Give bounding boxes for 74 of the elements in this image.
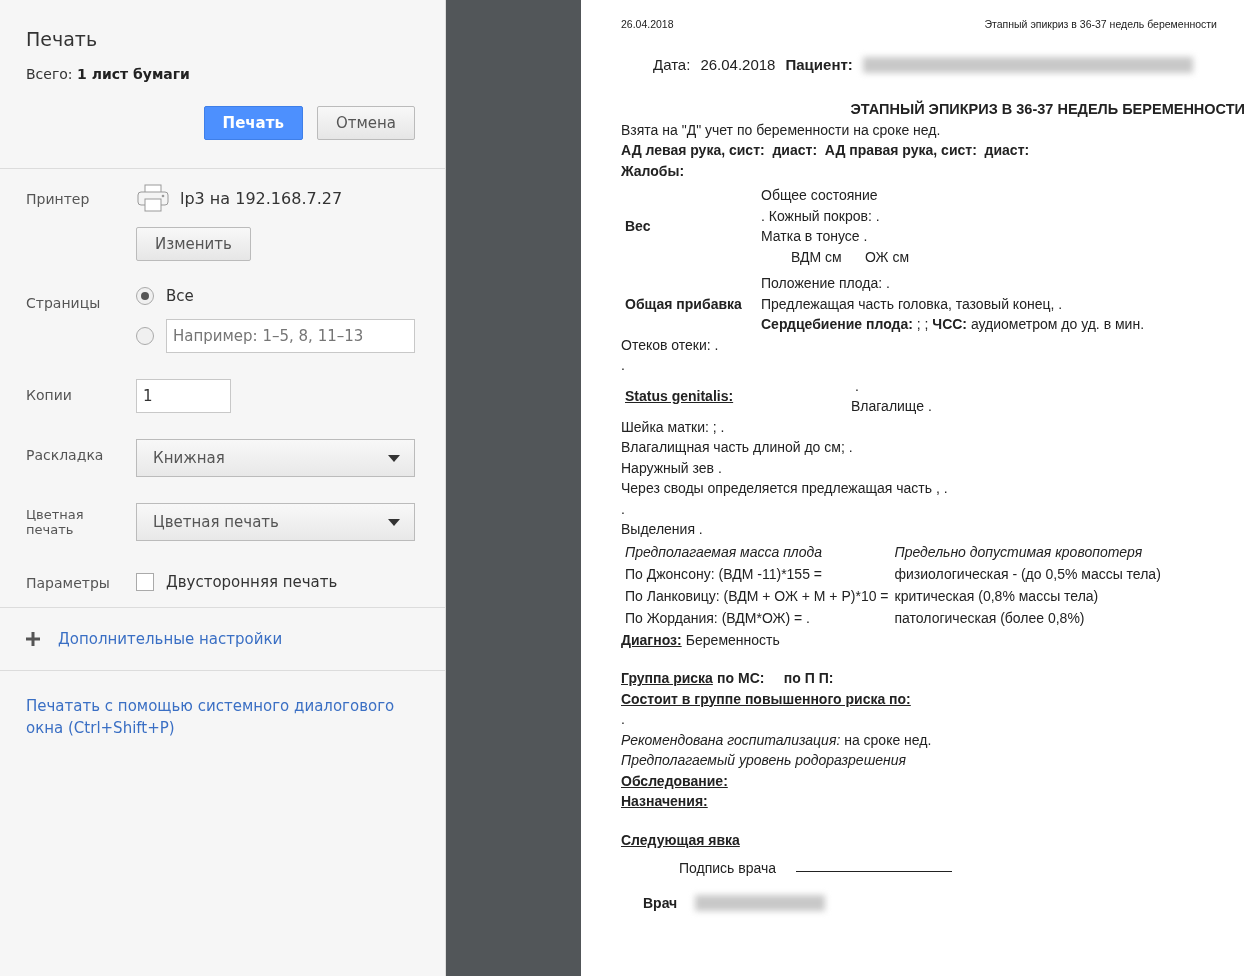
document-text-line: Через своды определяется предлежащая часть , . bbox=[621, 479, 949, 498]
table-cell-text: патологическая (более 0,8%) bbox=[893, 608, 1086, 628]
setting-label: Цветная печать bbox=[26, 506, 85, 537]
system-dialog-link[interactable]: Печатать с помощью системного диалогового окна (Ctrl+Shift+P) bbox=[26, 695, 405, 739]
document-label: Status genitalis: bbox=[625, 386, 735, 406]
date-label: Дата: bbox=[653, 54, 691, 75]
page-range-field[interactable]: Например: 1–5, 8, 11–13 bbox=[166, 319, 415, 353]
document-text-line: Состоит в группе повышенного риска по: bbox=[621, 689, 912, 709]
document-text-line: Отеков отеки: . bbox=[621, 335, 720, 355]
document-text-line: Влагалищная часть длиной до см; . bbox=[621, 438, 854, 457]
document-text-line: . bbox=[621, 710, 626, 729]
document-text-line: Положение плода: . bbox=[761, 274, 891, 293]
document-text-line: ВДМ см ОЖ см bbox=[790, 247, 910, 267]
setting-label: Копии bbox=[26, 386, 73, 403]
radio-button[interactable] bbox=[136, 287, 154, 305]
more-settings-link[interactable]: Дополнительные настройки bbox=[58, 630, 283, 648]
document-text-line: Рекомендована госпитализация: на сроке нед. bbox=[621, 730, 933, 750]
header-date: 26.04.2018 bbox=[621, 17, 674, 32]
document-text-line: Назначения: bbox=[621, 792, 709, 811]
table-cell-text: Предельно допустимая кровопотеря bbox=[893, 542, 1144, 562]
caret-icon bbox=[388, 454, 400, 462]
table-cell-text: критическая (0,8% массы тела) bbox=[893, 586, 1100, 606]
dropdown[interactable]: Цветная печать bbox=[136, 503, 415, 541]
table-cell-text: По Жордания: (ВДМ*ОЖ) = . bbox=[624, 608, 811, 628]
signature-label: Подпись врача bbox=[679, 859, 777, 878]
header-title: Этапный эпикриз в 36-37 недель беременности bbox=[984, 17, 1217, 32]
caret-icon bbox=[388, 518, 400, 526]
checkbox[interactable] bbox=[136, 573, 154, 591]
document-text-line: . bbox=[621, 499, 626, 519]
plus-icon bbox=[26, 632, 40, 646]
setting-label: Страницы bbox=[26, 294, 102, 311]
radio-button[interactable] bbox=[136, 327, 154, 345]
document-text-line: . bbox=[854, 376, 860, 396]
dropdown[interactable]: Книжная bbox=[136, 439, 415, 477]
table-cell-text: По Джонсону: (ВДМ -11)*155 = bbox=[624, 564, 823, 584]
document-text-line: Взята на "Д" учет по беременности на сроке нед. bbox=[621, 120, 942, 140]
document-label: Вес bbox=[625, 216, 652, 236]
doctor-label: Врач bbox=[643, 893, 678, 913]
patient-label: Пациент: bbox=[785, 54, 853, 75]
setting-label: Параметры bbox=[26, 574, 111, 591]
printer-name: lp3 на 192.168.7.27 bbox=[180, 188, 343, 208]
checkbox-label[interactable]: Двусторонняя печать bbox=[166, 573, 338, 591]
document-text-line: Наружный зев . bbox=[621, 458, 723, 478]
document-text-line: Шейка матки: ; . bbox=[621, 417, 726, 437]
document-text-line: . bbox=[621, 356, 626, 375]
change-printer-button[interactable]: Изменить bbox=[136, 227, 251, 261]
cancel-button[interactable]: Отмена bbox=[316, 106, 415, 140]
document-text-line: Сердцебиение плода: ; ; ЧСС: аудиометром до уд. в мин. bbox=[761, 315, 1145, 334]
document-label: Общая прибавка bbox=[625, 294, 743, 314]
document-text-line: Предлежащая часть головка, тазовый конец, . bbox=[761, 294, 1064, 314]
document-text-line: Диагноз: Беременность bbox=[621, 630, 781, 650]
radio-label[interactable]: Все bbox=[166, 287, 194, 305]
document-text-line: Общее состояние bbox=[761, 186, 879, 205]
document-text-line: Следующая явка bbox=[621, 830, 741, 850]
document-text-line: Выделения . bbox=[621, 520, 704, 539]
document-text-line: Группа риска по МС: по П П: bbox=[621, 669, 835, 688]
document-text-line: Влагалище . bbox=[851, 397, 932, 416]
document-heading: ЭТАПНЫЙ ЭПИКРИЗ В 36-37 НЕДЕЛЬ БЕРЕМЕННОСТИ bbox=[849, 99, 1245, 119]
document-text-line: Обследование: bbox=[621, 771, 729, 791]
date-value: 26.04.2018 bbox=[700, 54, 776, 75]
dialog-title: Печать bbox=[26, 28, 99, 50]
document-text-line: Матка в тонусе . bbox=[761, 227, 869, 246]
document-text-line: АД левая рука, сист: диаст: АД правая рука, сист: диаст: bbox=[621, 141, 1031, 160]
setting-label: Раскладка bbox=[26, 446, 105, 463]
document-text-line: Предполагаемый уровень родоразрешения bbox=[621, 751, 908, 770]
printer-icon bbox=[136, 183, 170, 213]
table-cell-text: По Ланковицу: (ВДМ + ОЖ + М + Р)*10 = bbox=[624, 586, 890, 606]
document-text-line: . Кожный покров: . bbox=[761, 206, 881, 226]
sheet-summary: Всего: 1 лист бумаги bbox=[26, 66, 191, 82]
setting-label: Принтер bbox=[26, 190, 91, 207]
table-cell-text: Предполагаемая масса плода bbox=[624, 542, 824, 562]
document-text-line: Жалобы: bbox=[621, 161, 686, 181]
table-cell-text: физиологическая - (до 0,5% массы тела) bbox=[893, 564, 1162, 584]
copies-field[interactable]: 1 bbox=[136, 379, 231, 413]
